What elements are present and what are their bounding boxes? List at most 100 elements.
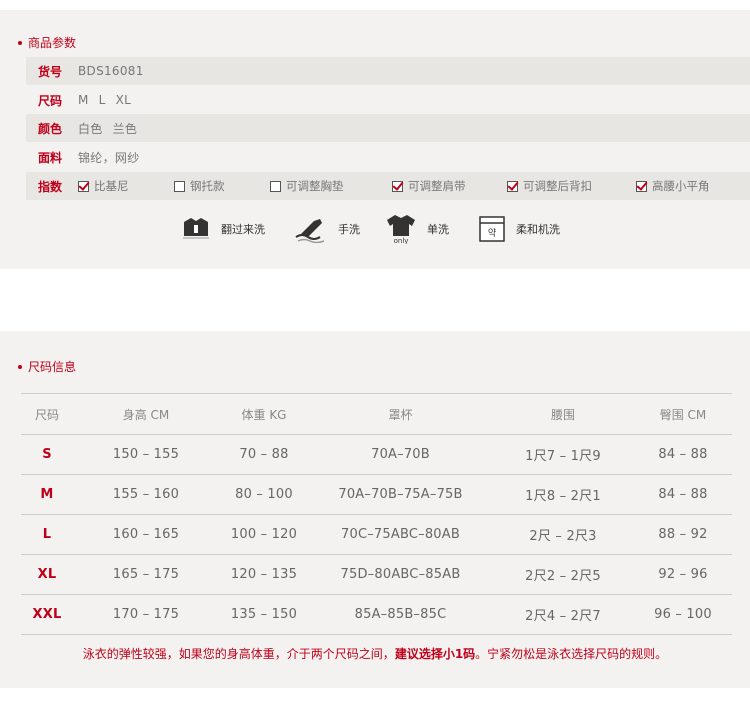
param-value: BDS16081 [78, 64, 144, 78]
feature-adjustable-pad: 可调整胸垫 [270, 172, 344, 200]
param-row-size: 尺码 M L XL [26, 86, 750, 114]
care-label: 单洗 [427, 223, 449, 236]
feature-label: 可调整胸垫 [286, 179, 344, 193]
care-gentle-machine: 약 柔和机洗 [478, 214, 560, 244]
waist-cell: 2尺2 – 2尺5 [492, 554, 634, 595]
weight-cell: 70 – 88 [219, 434, 309, 475]
column-header: 身高 CM [73, 393, 219, 435]
column-header: 罩杯 [309, 393, 492, 435]
param-value: M L XL [78, 93, 131, 107]
size-heading: 尺码信息 [18, 358, 76, 375]
params-heading: 商品参数 [18, 34, 76, 51]
care-label: 翻过来洗 [221, 223, 265, 236]
hip-cell: 96 – 100 [634, 594, 732, 635]
note-text: 。宁紧勿松是泳衣选择尺码的规则。 [475, 647, 668, 661]
checkbox-icon [507, 180, 518, 192]
height-cell: 155 – 160 [73, 474, 219, 515]
care-inside-out: 翻过来洗 [181, 214, 265, 244]
size-cell: S [21, 434, 73, 475]
param-label: 货号 [38, 64, 63, 79]
height-cell: 150 – 155 [73, 434, 219, 475]
column-header: 腰围 [492, 393, 634, 435]
color-option: 兰色 [112, 121, 138, 136]
size-heading-text: 尺码信息 [28, 360, 77, 374]
size-cell: XXL [21, 594, 73, 635]
feature-label: 可调整后背扣 [523, 179, 592, 193]
waist-cell: 2尺 – 2尺3 [492, 514, 634, 555]
column-header: 臀围 CM [634, 393, 732, 435]
checkbox-icon [78, 180, 89, 192]
height-cell: 160 – 165 [73, 514, 219, 555]
param-label: 尺码 [38, 93, 63, 108]
gentle-machine-wash-icon: 약 [479, 216, 505, 242]
height-cell: 165 – 175 [73, 554, 219, 595]
table-header-row: 尺码 身高 CM 体重 KG 罩杯 腰围 臀围 CM [21, 393, 732, 435]
feature-adjustable-strap: 可调整肩带 [392, 172, 466, 200]
param-row-fabric: 面料 锦纶，网纱 [26, 143, 750, 171]
feature-label: 可调整肩带 [408, 179, 466, 193]
param-row-features: 指数 比基尼 钢托款 可调整胸垫 可调整肩带 可调整后背扣 高腰小平角 [26, 172, 750, 200]
size-cell: XL [21, 554, 73, 595]
note-highlight: 建议选择小1码 [394, 647, 476, 661]
size-cell: M [21, 474, 73, 515]
param-row-color: 颜色 白色 兰色 [26, 114, 750, 142]
checkbox-icon [636, 180, 647, 192]
param-label: 面料 [38, 150, 63, 165]
param-value: 白色 兰色 [78, 120, 137, 137]
cup-cell: 70C–75ABC–80AB [309, 514, 492, 555]
cup-cell: 75D–80ABC–85AB [309, 554, 492, 595]
checkbox-icon [174, 180, 185, 192]
svg-text:only: only [394, 237, 409, 244]
weight-cell: 120 – 135 [219, 554, 309, 595]
care-hand-wash: 手洗 [294, 214, 360, 244]
bullet-icon [18, 40, 22, 45]
product-params-panel: 商品参数 货号 BDS16081 尺码 M L XL 颜色 白色 兰色 面料 锦纶，网… [0, 10, 750, 269]
care-label: 柔和机洗 [516, 223, 560, 236]
feature-high-waist: 高腰小平角 [636, 172, 710, 200]
param-row-item-no: 货号 BDS16081 [26, 57, 750, 85]
size-option: L [98, 93, 106, 107]
table-row: XL 165 – 175 120 – 135 75D–80ABC–85AB 2尺… [21, 554, 732, 595]
hip-cell: 84 – 88 [634, 434, 732, 475]
feature-underwire: 钢托款 [174, 172, 225, 200]
feature-label: 比基尼 [94, 179, 129, 193]
params-heading-text: 商品参数 [28, 36, 77, 50]
hand-wash-icon [295, 219, 325, 243]
waist-cell: 1尺7 – 1尺9 [492, 434, 634, 475]
feature-bikini: 比基尼 [78, 172, 129, 200]
care-wash-separately: only 单洗 [385, 214, 449, 244]
weight-cell: 100 – 120 [219, 514, 309, 555]
note-text: 泳衣的弹性较强，如果您的身高体重，介于两个尺码之间， [82, 647, 395, 661]
table-row: L 160 – 165 100 – 120 70C–75ABC–80AB 2尺 … [21, 514, 732, 555]
item-number: BDS16081 [78, 64, 144, 78]
size-option: XL [115, 93, 132, 107]
size-chart-table: 尺码 身高 CM 体重 KG 罩杯 腰围 臀围 CM S 150 – 155 7… [21, 393, 732, 635]
feature-label: 钢托款 [190, 179, 225, 193]
column-header: 尺码 [21, 393, 73, 435]
param-label: 颜色 [38, 121, 63, 136]
size-cell: L [21, 514, 73, 555]
hip-cell: 84 – 88 [634, 474, 732, 515]
wash-separately-icon: only [387, 215, 415, 244]
param-label: 指数 [38, 179, 63, 194]
waist-cell: 1尺8 – 2尺1 [492, 474, 634, 515]
bullet-icon [18, 364, 22, 369]
hip-cell: 88 – 92 [634, 514, 732, 555]
waist-cell: 2尺4 – 2尺7 [492, 594, 634, 635]
svg-text:약: 약 [488, 227, 496, 239]
weight-cell: 135 – 150 [219, 594, 309, 635]
size-option: M [78, 93, 89, 107]
height-cell: 170 – 175 [73, 594, 219, 635]
hip-cell: 92 – 96 [634, 554, 732, 595]
table-row: S 150 – 155 70 – 88 70A–70B 1尺7 – 1尺9 84… [21, 434, 732, 475]
care-label: 手洗 [338, 223, 360, 236]
param-value: 锦纶，网纱 [78, 149, 140, 166]
feature-adjustable-back-hook: 可调整后背扣 [507, 172, 592, 200]
color-option: 白色 [78, 121, 103, 136]
cup-cell: 85A–85B–85C [309, 594, 492, 635]
table-row: M 155 – 160 80 – 100 70A–70B–75A–75B 1尺8… [21, 474, 732, 515]
weight-cell: 80 – 100 [219, 474, 309, 515]
feature-label: 高腰小平角 [652, 179, 710, 193]
checkbox-icon [270, 180, 281, 192]
inside-out-wash-icon [183, 218, 209, 239]
